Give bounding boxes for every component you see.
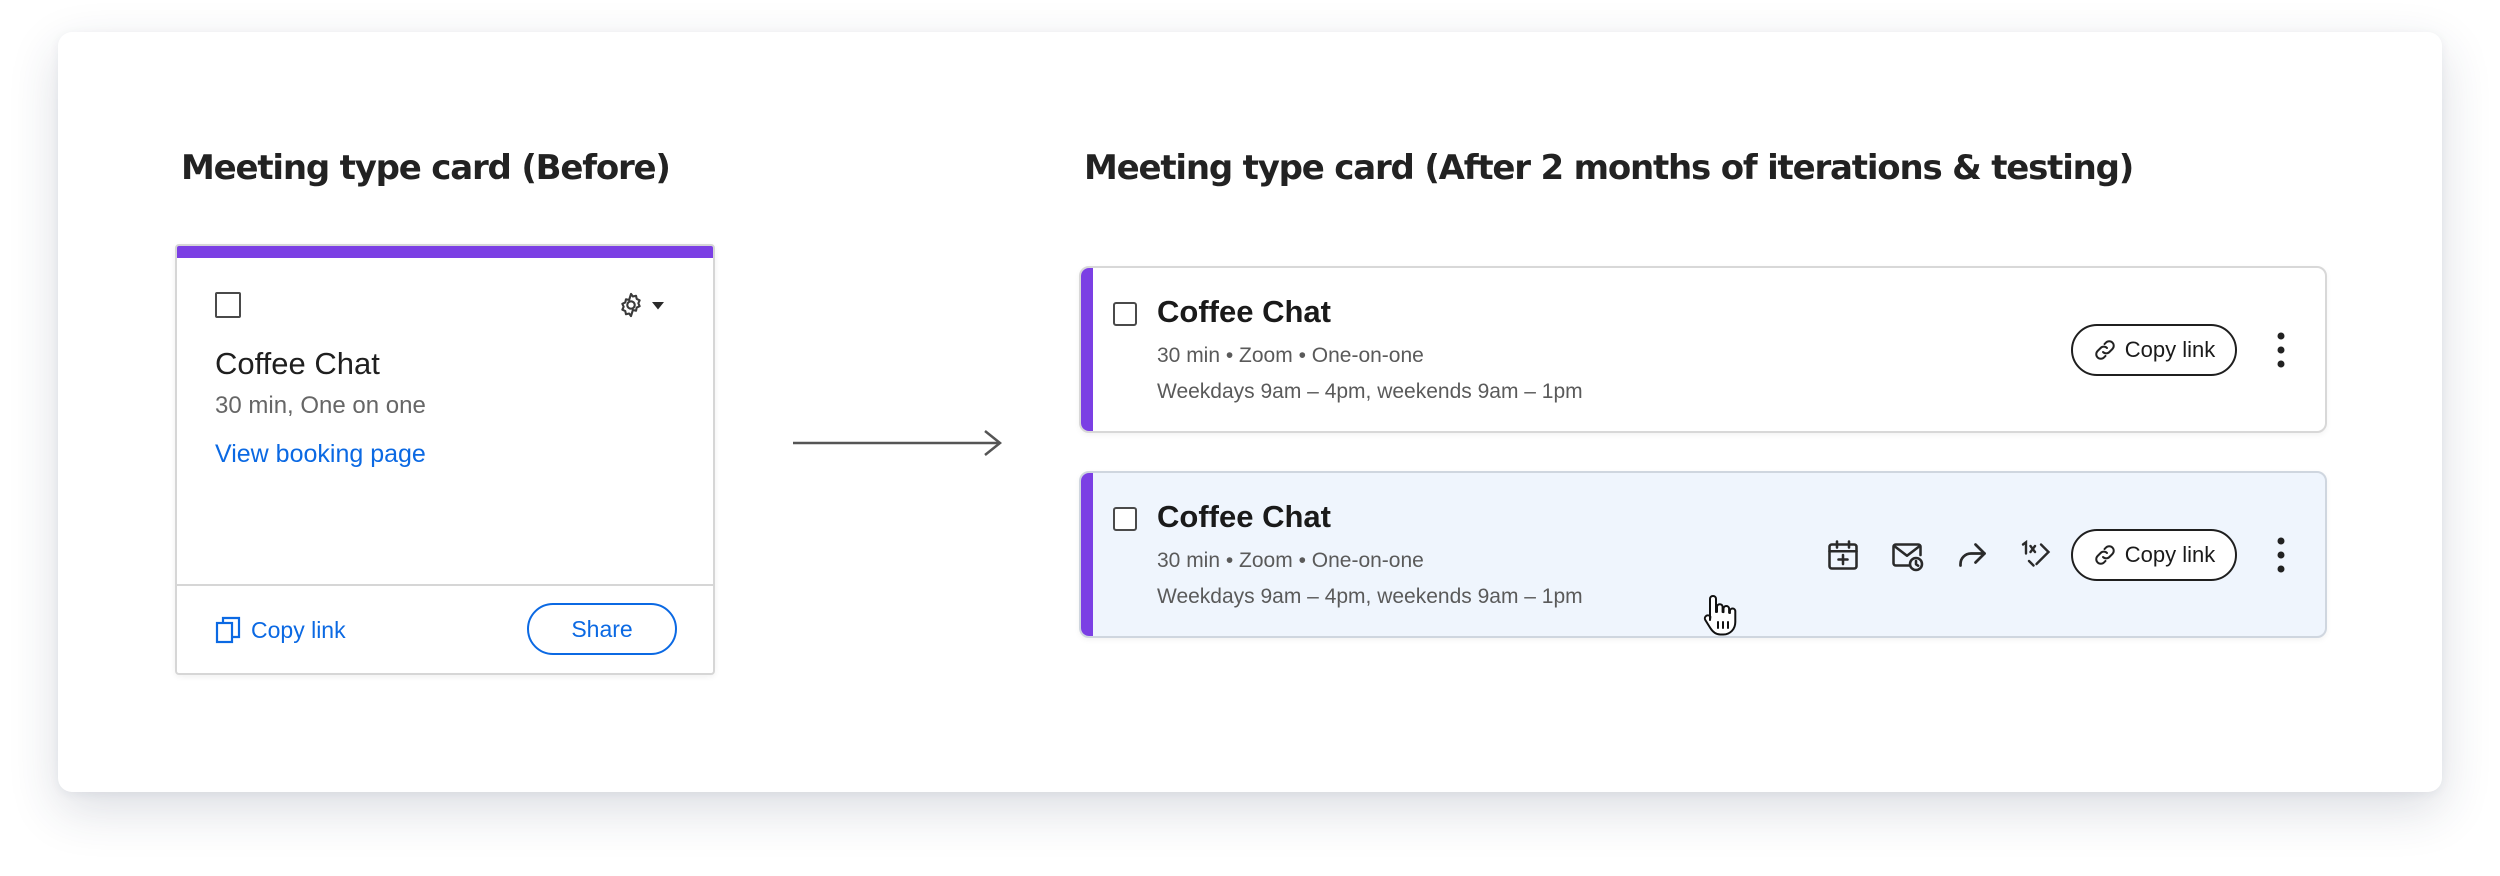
copy-link-label: Copy link <box>251 616 346 643</box>
card-accent-bar <box>177 246 713 258</box>
event-hours: Weekdays 9am – 4pm, weekends 9am – 1pm <box>1157 585 1583 608</box>
share-arrow-icon[interactable] <box>1953 537 1989 573</box>
select-checkbox[interactable] <box>215 292 241 318</box>
link-icon <box>2095 545 2115 565</box>
more-options-icon[interactable] <box>2271 533 2291 577</box>
card-accent-bar <box>1081 473 1093 636</box>
event-title: Coffee Chat <box>1157 499 1331 534</box>
event-title: Coffee Chat <box>1157 294 1331 329</box>
settings-menu-button[interactable] <box>617 288 671 322</box>
hand-cursor-icon <box>1703 595 1737 636</box>
arrow-right-icon <box>793 430 1003 456</box>
more-options-icon[interactable] <box>2271 328 2291 372</box>
after-heading: Meeting type card (After 2 months of ite… <box>1084 148 2134 188</box>
copy-icon <box>215 616 241 644</box>
gear-icon <box>621 292 641 318</box>
select-checkbox[interactable] <box>1113 507 1137 531</box>
copy-link-button[interactable]: Copy link <box>2071 529 2237 581</box>
share-button[interactable]: Share <box>527 603 677 655</box>
select-checkbox[interactable] <box>1113 302 1137 326</box>
before-heading: Meeting type card (Before) <box>181 148 671 188</box>
view-booking-page-link[interactable]: View booking page <box>215 440 426 469</box>
copy-link-label: Copy link <box>2124 542 2216 567</box>
one-time-link-icon[interactable] <box>2017 537 2053 573</box>
event-details: 30 min, One on one <box>215 392 426 419</box>
caret-down-icon <box>652 302 664 310</box>
event-title: Coffee Chat <box>215 346 380 381</box>
event-hours: Weekdays 9am – 4pm, weekends 9am – 1pm <box>1157 380 1583 403</box>
copy-link-label: Copy link <box>2124 337 2216 362</box>
calendar-add-icon[interactable] <box>1825 537 1861 573</box>
link-icon <box>2095 340 2115 360</box>
event-details: 30 min • Zoom • One-on-one <box>1157 344 1424 367</box>
meeting-type-card-after[interactable]: Coffee Chat 30 min • Zoom • One-on-one W… <box>1079 266 2327 433</box>
meeting-type-card-before: Coffee Chat 30 min, One on one View book… <box>175 244 715 675</box>
card-footer: Copy link Share <box>177 584 713 673</box>
copy-link-button[interactable]: Copy link <box>2071 324 2237 376</box>
event-details: 30 min • Zoom • One-on-one <box>1157 549 1424 572</box>
copy-link-button[interactable]: Copy link <box>215 616 346 644</box>
mail-clock-icon[interactable] <box>1889 537 1925 573</box>
card-accent-bar <box>1081 268 1093 431</box>
